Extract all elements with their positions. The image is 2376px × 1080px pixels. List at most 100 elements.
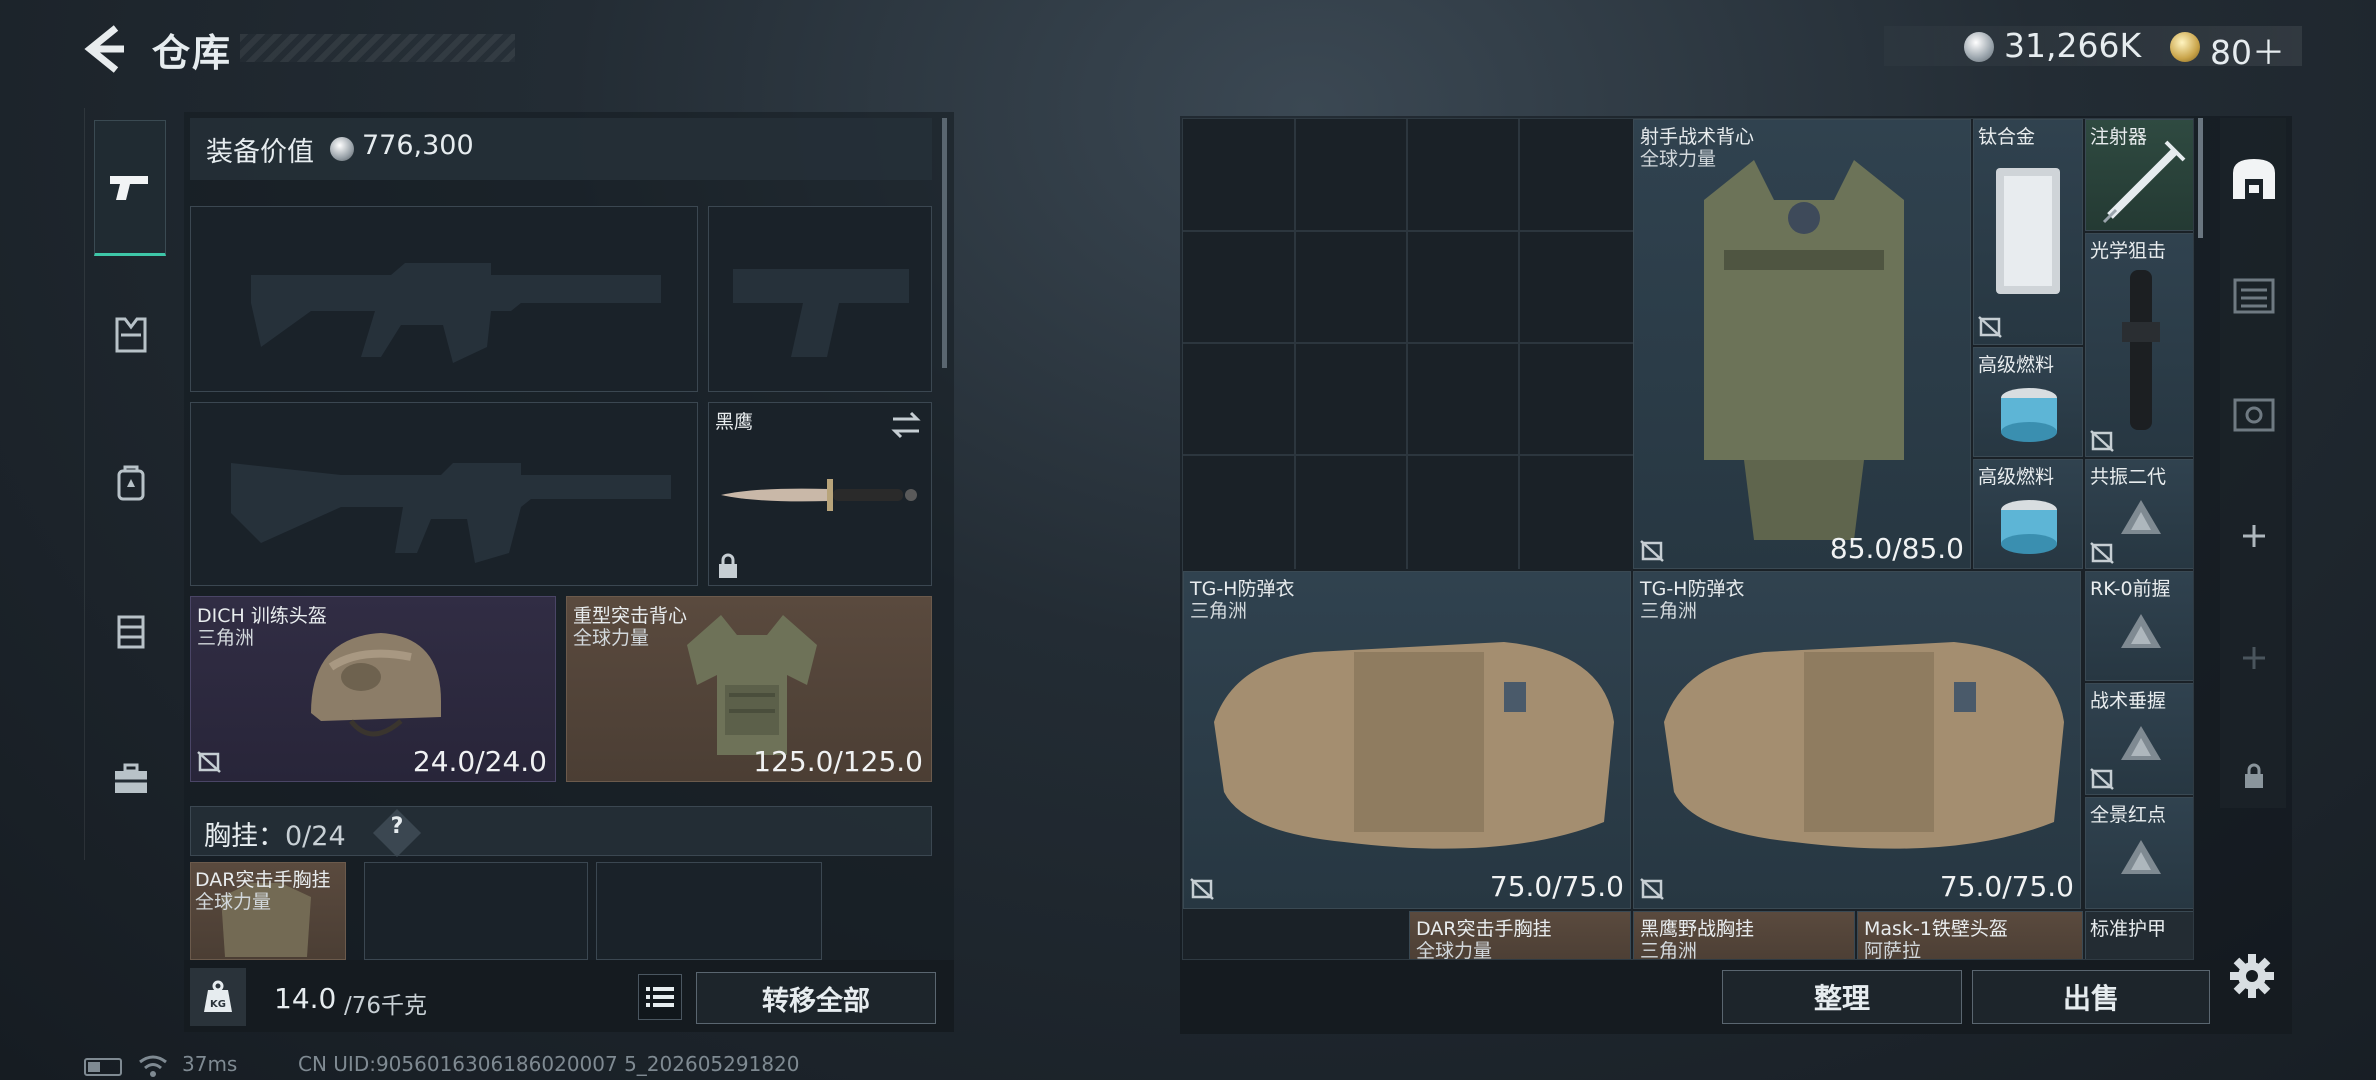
silver-coin-icon [330, 137, 354, 161]
weight-icon: KG [190, 968, 246, 1026]
stash-item-tgh-armor[interactable]: TG-H防弹衣 三角洲 75.0/75.0 [1633, 571, 2081, 909]
secondary-weapon-slot[interactable] [190, 402, 698, 586]
stash-item-tactical-grip[interactable]: 战术垂握 [2085, 683, 2193, 795]
item-name: 共振二代 [2090, 466, 2167, 488]
lock-icon [719, 553, 737, 578]
stash-item-syringe[interactable]: 注射器 [2085, 119, 2193, 231]
lock-icon [2245, 763, 2263, 788]
item-name: 高级燃料 [1978, 466, 2055, 488]
tab-armor[interactable] [96, 300, 166, 370]
help-mark: ? [390, 814, 404, 839]
fuel-can-image [2001, 500, 2057, 554]
battery-level [88, 1062, 100, 1072]
rig-empty-slot[interactable] [364, 862, 588, 960]
item-name: 战术垂握 [2090, 690, 2167, 712]
stash-item-optical-scope[interactable]: 光学狙击 [2085, 233, 2193, 457]
gold-coin-icon [2170, 32, 2200, 62]
stash-tab-main[interactable] [2226, 148, 2282, 208]
stash-tab-column [2220, 118, 2286, 808]
chest-rig-label: 胸挂：0/24 [204, 814, 346, 853]
item-name: 全景红点 [2090, 804, 2167, 826]
vest-region: 全球力量 [573, 627, 650, 649]
placeholder-triangle-icon [2121, 726, 2161, 760]
add-stash-tab-button[interactable] [2226, 506, 2282, 566]
item-durability: 75.0/75.0 [1489, 870, 1624, 903]
no-repair-icon [197, 751, 221, 773]
tab-backpack[interactable] [96, 448, 166, 518]
item-region: 三角洲 [1640, 940, 1698, 960]
backpack-icon [117, 465, 145, 501]
no-repair-icon [2090, 430, 2114, 452]
placeholder-triangle-icon [2121, 614, 2161, 648]
stash-item-mask1-helmet[interactable]: Mask-1铁壁头盔 阿萨拉 [1857, 911, 2083, 960]
stash-item-resonance[interactable]: 共振二代 [2085, 459, 2193, 569]
storage-icon [2233, 278, 2275, 314]
body-armor-slot[interactable]: 重型突击背心 全球力量 125.0/125.0 [566, 596, 932, 782]
add-stash-tab-button-disabled[interactable] [2226, 628, 2282, 688]
item-durability: 85.0/85.0 [1829, 532, 1964, 565]
sort-button[interactable]: 整理 [1722, 970, 1962, 1024]
stash-tab-3[interactable] [2226, 384, 2282, 444]
placeholder-triangle-icon [2121, 500, 2161, 534]
stash-item-fuel[interactable]: 高级燃料 [1973, 347, 2083, 457]
tab-chest-rig[interactable] [96, 596, 166, 666]
sell-button[interactable]: 出售 [1972, 970, 2210, 1024]
scope-image [2122, 270, 2160, 430]
warehouse-icon [2233, 159, 2275, 199]
stash-grid[interactable]: 射手战术背心 全球力量 85.0/85.0 钛合金 注射器 光学狙击 高级燃料 … [1182, 118, 2194, 960]
weight-max: /76千克 [344, 993, 428, 1019]
stash-item-tgh-armor[interactable]: TG-H防弹衣 三角洲 75.0/75.0 [1183, 571, 1631, 909]
locked-stash-tab[interactable] [2226, 746, 2282, 806]
scrollbar[interactable] [2198, 118, 2203, 238]
stash-item-blackhawk-rig[interactable]: 黑鹰野战胸挂 三角洲 [1633, 911, 1855, 960]
stash-item-dar-rig[interactable]: DAR突击手胸挂 全球力量 [1409, 911, 1631, 959]
stash-item-standard-plate[interactable]: 标准护甲 [2085, 911, 2193, 959]
stash-item-fuel[interactable]: 高级燃料 [1973, 459, 2083, 569]
gold-value[interactable]: 80＋ [2210, 26, 2285, 74]
empty-grid-cells [1183, 119, 1633, 569]
pistol-slot[interactable] [708, 206, 932, 392]
item-name: 光学狙击 [2090, 240, 2167, 262]
vest-durability: 125.0/125.0 [753, 745, 923, 778]
rifle-silhouette-icon [231, 463, 671, 563]
back-arrow-icon[interactable] [80, 22, 130, 76]
helmet-image [311, 633, 441, 737]
chest-rig-count: 0/24 [285, 821, 346, 852]
armor-icon [115, 317, 147, 353]
stash-item-titanium[interactable]: 钛合金 [1973, 119, 2083, 345]
chest-rig-icon [117, 615, 145, 649]
title-decoration [240, 34, 515, 62]
rig-empty-slot[interactable] [596, 862, 822, 960]
page-title: 仓库 [152, 31, 233, 75]
list-view-button[interactable] [638, 974, 682, 1020]
plus-icon [2243, 647, 2265, 669]
toolbox-icon [115, 763, 147, 793]
armor-image [1664, 642, 2064, 849]
vest-image [1704, 160, 1904, 540]
stash-tab-2[interactable] [2226, 264, 2282, 324]
list-icon [646, 987, 674, 1007]
rifle-silhouette-icon [251, 263, 661, 363]
melee-slot[interactable]: 黑鹰 [708, 402, 932, 586]
settings-gear-icon[interactable] [2226, 950, 2278, 1002]
storage-icon [2233, 398, 2275, 432]
syringe-image [2102, 140, 2186, 224]
stash-item-rk0-grip[interactable]: RK-0前握 [2085, 571, 2193, 681]
tab-weapon[interactable] [94, 120, 166, 256]
knife-name: 黑鹰 [715, 411, 754, 433]
rig-item-region: 全球力量 [195, 891, 272, 913]
stash-item-red-dot[interactable]: 全景红点 [2085, 797, 2193, 909]
tab-toolbox[interactable] [96, 744, 166, 814]
transfer-all-button[interactable]: 转移全部 [696, 972, 936, 1024]
no-repair-icon [1978, 316, 2002, 338]
armor-image [1214, 642, 1614, 849]
item-region: 阿萨拉 [1864, 940, 1922, 960]
scrollbar[interactable] [942, 118, 947, 368]
swap-icon[interactable] [889, 411, 923, 439]
stash-item-sniper-vest[interactable]: 射手战术背心 全球力量 85.0/85.0 [1633, 119, 1971, 569]
primary-weapon-slot[interactable] [190, 206, 698, 392]
helmet-durability: 24.0/24.0 [412, 745, 547, 778]
helmet-slot[interactable]: DICH 训练头盔 三角洲 24.0/24.0 [190, 596, 556, 782]
chest-rig-label-text: 胸挂： [204, 821, 285, 852]
rig-item-slot[interactable]: DAR突击手胸挂 全球力量 [190, 862, 346, 960]
